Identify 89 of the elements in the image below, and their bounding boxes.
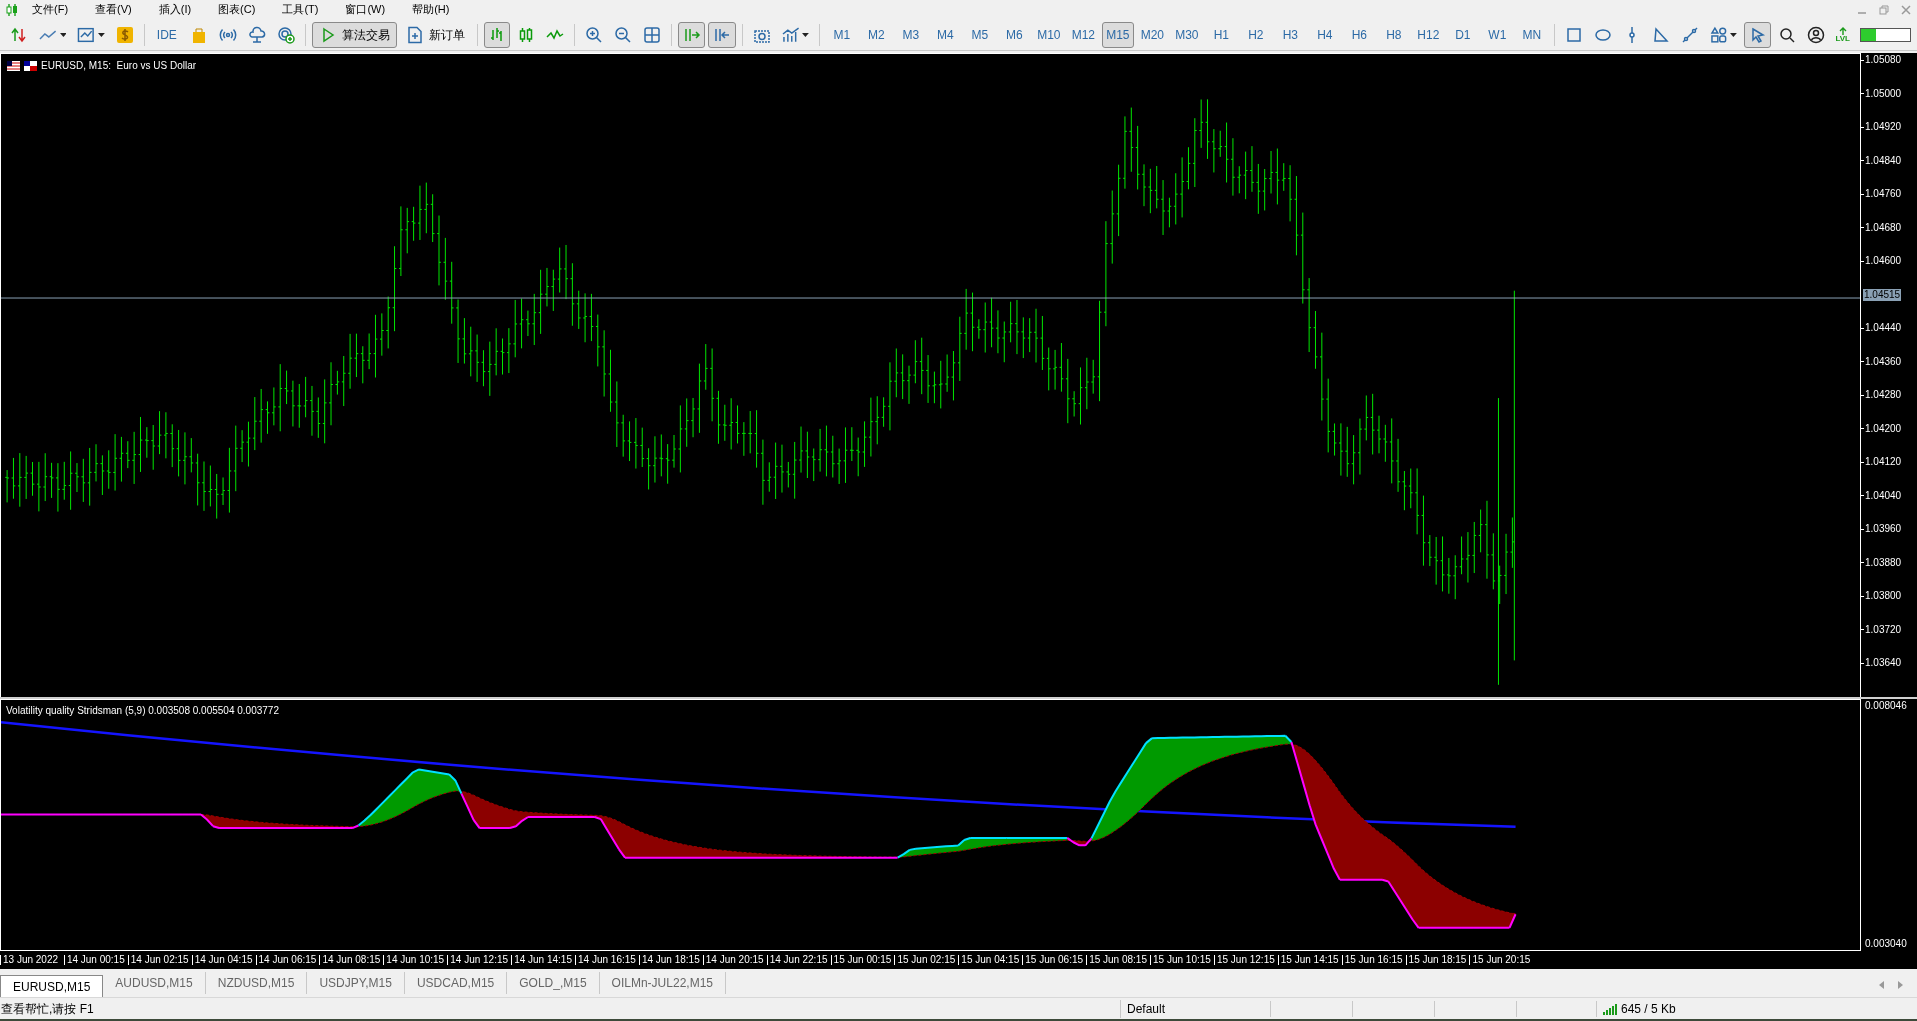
- menu-item[interactable]: 查看(V): [87, 1, 140, 18]
- price-label: 1.04440: [1865, 323, 1902, 333]
- timeframe-button[interactable]: M12: [1067, 21, 1100, 48]
- timeframe-button[interactable]: H1: [1205, 21, 1238, 48]
- status-help: 查看帮忙,请按 F1: [0, 1000, 95, 1018]
- price-label: 1.05000: [1865, 88, 1902, 99]
- chart-tab[interactable]: EURUSD,M15: [0, 975, 104, 997]
- chart-tab[interactable]: GOLD_,M15: [507, 972, 600, 994]
- price-label: 1.03640: [1865, 658, 1902, 668]
- new-order-button[interactable]: 新订单: [399, 21, 471, 48]
- timeframe-button[interactable]: D1: [1447, 21, 1479, 48]
- price-label: 1.03960: [1865, 524, 1902, 534]
- time-label: 15 Jun 06:15: [1022, 955, 1087, 965]
- price-label: 1.04280: [1865, 390, 1902, 400]
- timeframe-button[interactable]: M4: [929, 21, 962, 48]
- timeframe-button[interactable]: H4: [1309, 21, 1341, 48]
- timeframe-button[interactable]: M2: [860, 21, 893, 48]
- price-label: 1.04040: [1865, 490, 1902, 501]
- time-label: 15 Jun 14:15: [1277, 955, 1342, 965]
- price-label: 1.04120: [1865, 457, 1902, 467]
- timeframe-button[interactable]: M20: [1136, 21, 1169, 48]
- algo-trading-button[interactable]: 算法交易: [311, 21, 397, 48]
- timeframe-button[interactable]: H3: [1274, 21, 1307, 48]
- time-label: 15 Jun 12:15: [1213, 955, 1278, 965]
- time-label: 14 Jun 08:15: [319, 955, 384, 965]
- price-label: 1.03800: [1865, 591, 1902, 601]
- indicator-axis-label: 0.008046: [1864, 701, 1908, 711]
- ide-button[interactable]: IDE: [150, 21, 183, 48]
- time-label: 14 Jun 20:15: [702, 955, 767, 965]
- time-label: 14 Jun 18:15: [638, 955, 703, 965]
- price-label: 1.04680: [1865, 222, 1902, 233]
- time-label: 14 Jun 14:15: [511, 955, 575, 965]
- chart-tab[interactable]: NZDUSD,M15: [205, 972, 308, 994]
- chart-title: EURUSD, M15: Euro vs US Dollar: [41, 59, 197, 73]
- timeframe-button[interactable]: M6: [998, 21, 1031, 48]
- time-label: 15 Jun 20:15: [1469, 955, 1534, 965]
- timeframe-button[interactable]: M1: [826, 21, 858, 48]
- chart-tab[interactable]: AUDUSD,M15: [103, 972, 206, 994]
- price-label: 1.04200: [1865, 423, 1902, 434]
- menu-item[interactable]: 文件(F): [24, 1, 77, 18]
- menu-item[interactable]: 图表(C): [210, 1, 264, 18]
- time-label: 14 Jun 12:15: [447, 955, 512, 965]
- time-label: 14 Jun 22:15: [766, 955, 831, 965]
- time-label: 14 Jun 04:15: [191, 955, 256, 965]
- indicator-title: Volatility quality Stridsman (5,9) 0.003508 0.005504 0.003772: [6, 704, 279, 718]
- time-label: 14 Jun 10:15: [383, 955, 448, 965]
- price-label: 1.04360: [1865, 356, 1902, 367]
- time-label: 13 Jun 2022: [0, 955, 64, 965]
- chart-tab[interactable]: USDJPY,M15: [307, 972, 405, 994]
- price-label: 1.04840: [1865, 155, 1902, 166]
- price-label: 1.04760: [1865, 189, 1902, 199]
- time-label: 15 Jun 16:15: [1341, 955, 1406, 965]
- menu-item[interactable]: 工具(T): [274, 1, 327, 18]
- timeframe-button[interactable]: H8: [1378, 21, 1410, 48]
- level-button[interactable]: LVL: [1832, 21, 1853, 48]
- time-label: 14 Jun 06:15: [255, 955, 320, 965]
- timeframe-button[interactable]: M10: [1033, 21, 1065, 48]
- time-label: 14 Jun 02:15: [127, 955, 192, 965]
- time-label: 15 Jun 02:15: [894, 955, 959, 965]
- time-label: 14 Jun 00:15: [63, 955, 128, 965]
- status-profile: Default: [1120, 999, 1270, 1018]
- time-label: 15 Jun 08:15: [1086, 955, 1151, 965]
- status-traffic: 645 / 5 Kb: [1621, 1000, 1676, 1018]
- timeframe-button[interactable]: H2: [1240, 21, 1272, 48]
- timeframe-button[interactable]: M3: [895, 21, 927, 48]
- chart-tab[interactable]: USDCAD,M15: [404, 972, 508, 994]
- timeframe-button[interactable]: H12: [1412, 21, 1445, 48]
- menu-item[interactable]: 插入(I): [150, 1, 200, 18]
- timeframe-button[interactable]: M5: [964, 21, 996, 48]
- price-label: 1.03720: [1865, 624, 1902, 635]
- time-label: 15 Jun 00:15: [830, 955, 895, 965]
- time-label: 15 Jun 10:15: [1150, 955, 1214, 965]
- timeframe-button[interactable]: MN: [1516, 21, 1548, 48]
- price-label: 1.04600: [1865, 256, 1902, 266]
- chart-tab[interactable]: OILMn-JUL22,M15: [599, 972, 726, 994]
- timeframe-button[interactable]: H6: [1343, 21, 1376, 48]
- indicator-axis-label: 0.003040: [1864, 939, 1908, 949]
- current-price-label: 1.04515: [1863, 289, 1902, 301]
- time-label: 14 Jun 16:15: [575, 955, 639, 965]
- timeframe-button[interactable]: M15: [1102, 21, 1134, 48]
- menu-item[interactable]: 窗口(W): [337, 1, 394, 18]
- time-label: 15 Jun 04:15: [958, 955, 1023, 965]
- timeframe-button[interactable]: M30: [1171, 21, 1203, 48]
- price-label: 1.05080: [1865, 55, 1902, 65]
- menu-item[interactable]: 帮助(H): [404, 1, 458, 18]
- price-label: 1.04920: [1865, 122, 1902, 132]
- timeframe-button[interactable]: W1: [1481, 21, 1514, 48]
- price-label: 1.03880: [1865, 557, 1902, 568]
- time-label: 15 Jun 18:15: [1405, 955, 1470, 965]
